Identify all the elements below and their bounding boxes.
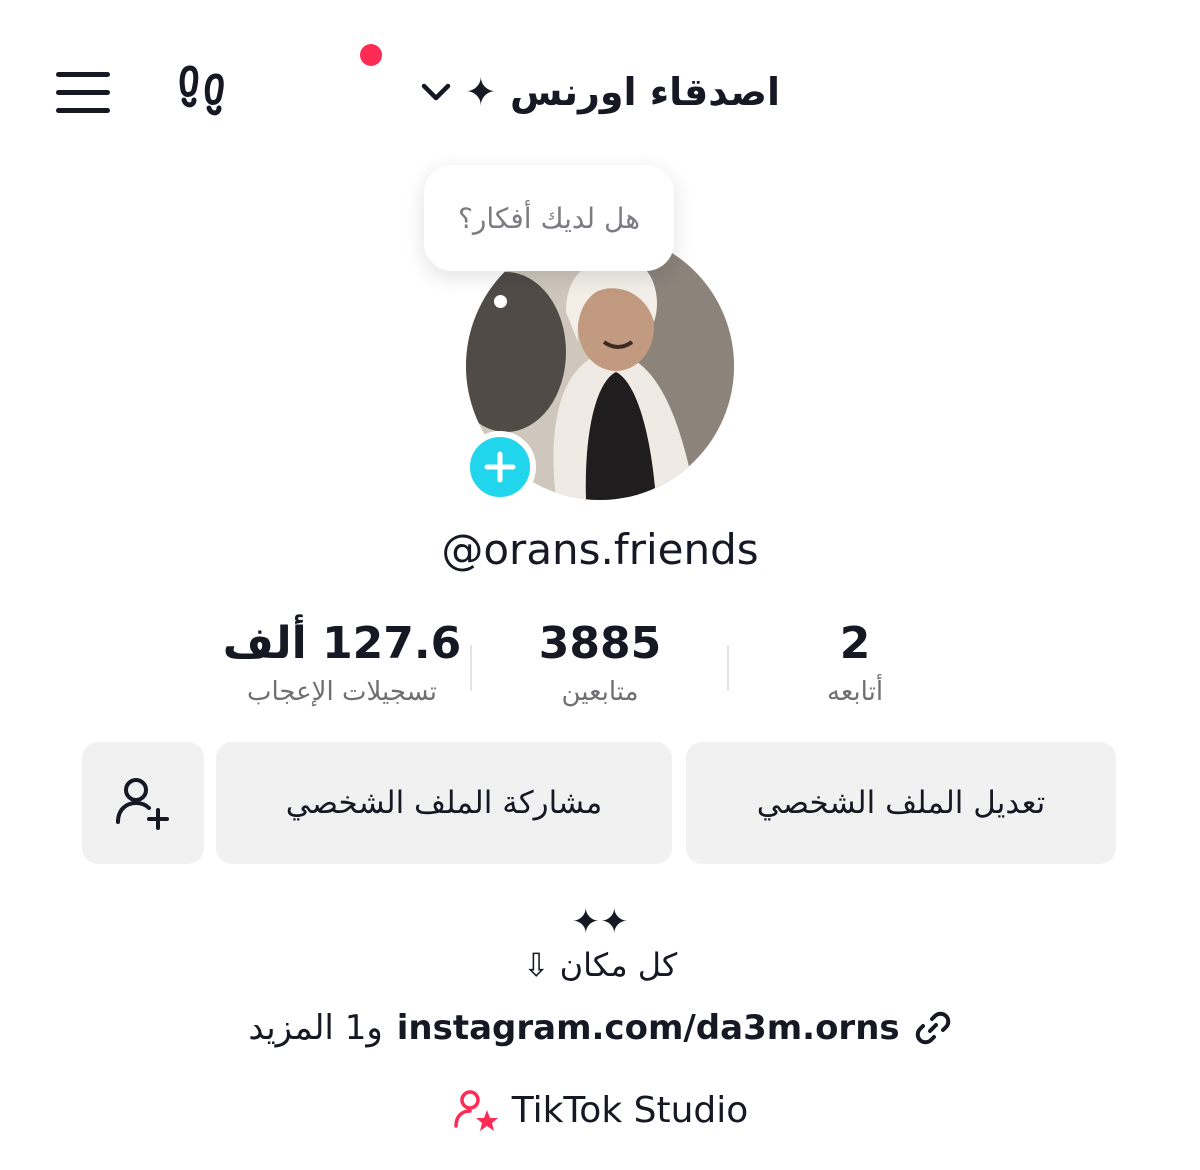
ideas-bubble[interactable]: هل لديك أفكار؟ bbox=[424, 165, 674, 271]
bio-link-row[interactable]: و1 المزيد instagram.com/da3m.orns bbox=[180, 1008, 1020, 1048]
plus-icon bbox=[484, 451, 516, 483]
footprints-icon[interactable] bbox=[176, 62, 238, 124]
username: @orans.friends bbox=[441, 525, 759, 574]
chevron-down-icon bbox=[421, 83, 451, 101]
add-user-icon bbox=[116, 778, 169, 830]
followers-label: متابعين bbox=[561, 677, 639, 707]
creator-star-icon bbox=[453, 1090, 498, 1131]
more-links[interactable]: و1 المزيد bbox=[248, 1008, 382, 1048]
following-count: 2 bbox=[839, 618, 871, 669]
share-profile-label: مشاركة الملف الشخصي bbox=[285, 785, 603, 821]
share-profile-button[interactable]: مشاركة الملف الشخصي bbox=[216, 742, 672, 864]
add-friend-button[interactable] bbox=[82, 742, 204, 864]
account-switcher[interactable]: اصدقاء اورنس ✦ bbox=[380, 62, 780, 122]
bubble-dot bbox=[494, 295, 507, 308]
likes-stat[interactable]: 127.6 ألف تسجيلات الإعجاب bbox=[192, 618, 492, 707]
down-arrow-icon: ⇩ bbox=[522, 946, 550, 984]
menu-button[interactable] bbox=[56, 70, 112, 114]
menu-line bbox=[56, 72, 110, 77]
link-icon bbox=[915, 1011, 950, 1045]
add-photo-button[interactable] bbox=[464, 431, 536, 503]
bio-text: كل مكان bbox=[559, 946, 678, 984]
account-title: اصدقاء اورنس ✦ bbox=[464, 70, 780, 114]
following-stat[interactable]: 2 أتابعه bbox=[705, 618, 1005, 707]
edit-profile-label: تعديل الملف الشخصي bbox=[756, 785, 1046, 821]
bio-link[interactable]: instagram.com/da3m.orns bbox=[397, 1008, 900, 1048]
tiktok-studio-link[interactable]: TikTok Studio bbox=[400, 1088, 800, 1132]
bio-stars: ✦✦ bbox=[571, 902, 629, 942]
notification-dot bbox=[360, 44, 382, 66]
following-label: أتابعه bbox=[826, 677, 884, 707]
menu-line bbox=[56, 108, 110, 113]
followers-stat[interactable]: 3885 متابعين bbox=[450, 618, 750, 707]
likes-count: 127.6 ألف bbox=[222, 618, 462, 669]
studio-label: TikTok Studio bbox=[511, 1089, 749, 1131]
bio-line: كل مكان ⇩ bbox=[400, 946, 800, 984]
followers-count: 3885 bbox=[538, 618, 662, 669]
likes-label: تسجيلات الإعجاب bbox=[246, 677, 438, 707]
menu-line bbox=[56, 90, 110, 95]
bubble-text: هل لديك أفكار؟ bbox=[458, 201, 640, 235]
edit-profile-button[interactable]: تعديل الملف الشخصي bbox=[686, 742, 1116, 864]
